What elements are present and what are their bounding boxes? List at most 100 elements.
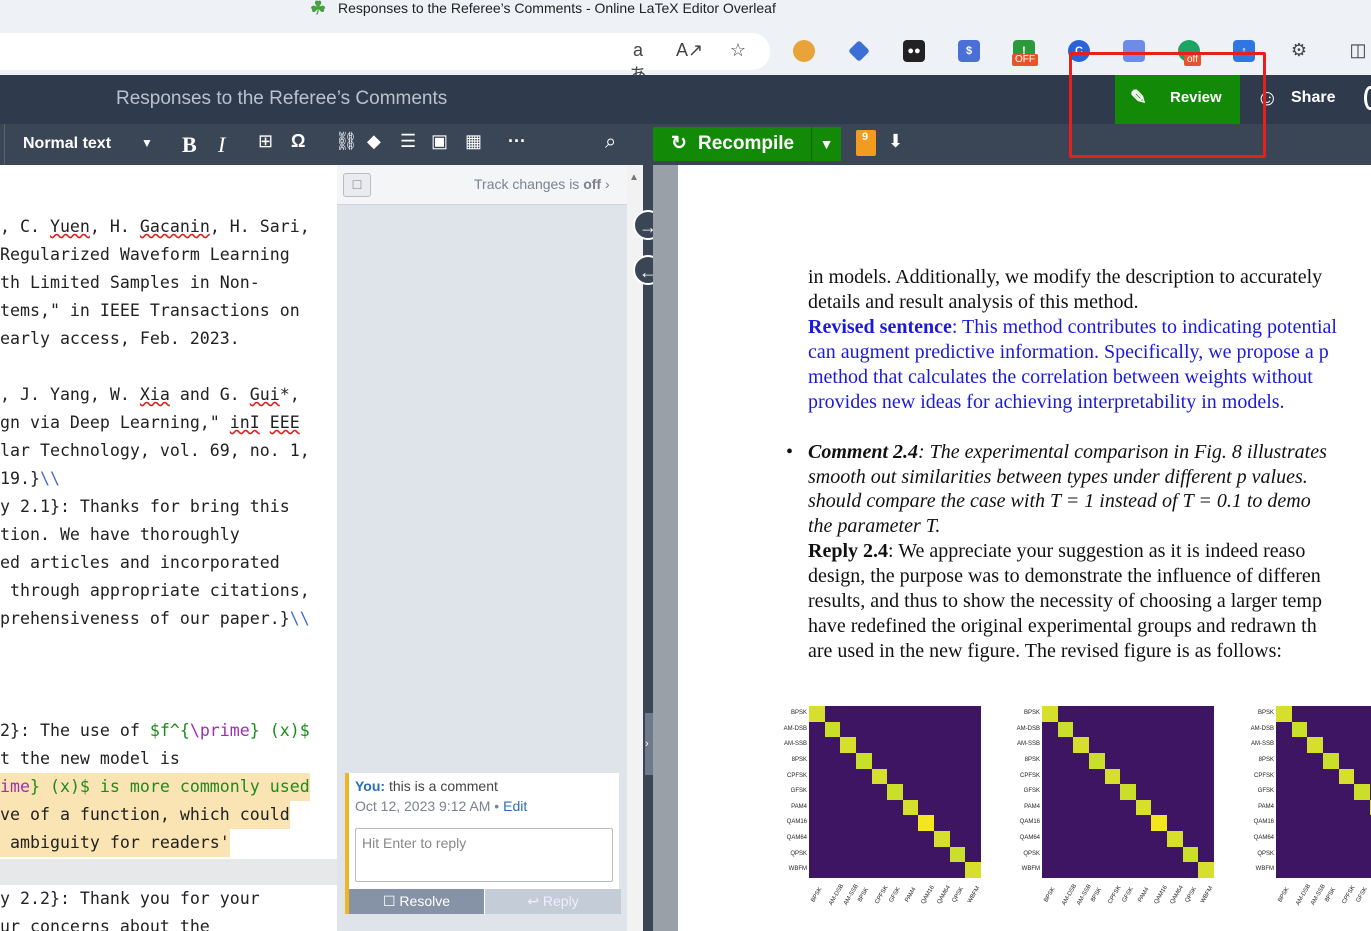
heatmap-diagonal-cell [1322, 752, 1339, 769]
recompile-button[interactable]: ↻ Recompile [653, 127, 811, 161]
link-icon[interactable]: ⛓ [335, 131, 358, 152]
heatmap-diagonal-cell [1338, 768, 1355, 785]
heatmap-row-label: QAM16 [1253, 819, 1274, 826]
heatmap-row-label: BPSK [1023, 710, 1040, 716]
window-title: Responses to the Referee’s Comments - On… [338, 0, 776, 16]
math-icon[interactable]: ⊞ [258, 131, 273, 152]
heatmap-diagonal-cell [949, 846, 966, 863]
reply-input[interactable]: Hit Enter to reply [355, 828, 613, 882]
share-button[interactable]: ☺ Share [1256, 75, 1366, 124]
symbol-button[interactable]: Ω [291, 131, 305, 152]
heatmap-diagonal-cell [1042, 706, 1058, 722]
heatmap-panel [809, 706, 981, 878]
extension-icon-1[interactable] [793, 40, 815, 62]
active-line [0, 859, 337, 885]
heatmap-diagonal-cell [1198, 862, 1214, 878]
comment-card: You: this is a comment Oct 12, 2023 9:12… [345, 773, 621, 914]
heatmap-diagonal-cell [1104, 768, 1121, 785]
split-screen-icon[interactable]: ◫ [1345, 40, 1371, 61]
logs-icon[interactable]: 9 [856, 130, 876, 156]
inbox-icon[interactable]: ☐ [343, 173, 371, 197]
heatmap-diagonal-cell [1135, 799, 1152, 816]
share-label: Share [1291, 89, 1336, 106]
address-bar[interactable] [0, 33, 770, 70]
heatmap-panel [1042, 706, 1214, 878]
extension-icon-3[interactable]: ●● [903, 40, 925, 62]
heatmap-row-label: QPSK [1257, 850, 1274, 857]
project-title[interactable]: Responses to the Referee’s Comments [116, 88, 447, 110]
favorite-star-icon[interactable]: ☆ [725, 40, 751, 61]
download-icon[interactable]: ⬇ [888, 131, 903, 152]
heatmap-row-label: BPSK [1257, 710, 1274, 716]
chevron-down-icon[interactable]: ▼ [141, 136, 153, 150]
chat-icon[interactable] [1364, 86, 1371, 110]
overleaf-favicon-icon: ☘ [310, 0, 327, 18]
heatmap-row-label: AM-SSB [783, 741, 807, 748]
heatmap-row-label: QAM16 [1019, 819, 1040, 826]
heatmap-row-label: 8PSK [1024, 756, 1040, 763]
log-count: 9 [862, 131, 869, 143]
heatmap-diagonal-cell [871, 768, 888, 785]
heatmap-diagonal-cell [1307, 737, 1323, 753]
heatmap-row-label: QAM16 [786, 819, 807, 826]
heatmap-row-label: GFSK [790, 788, 807, 795]
search-icon[interactable]: ⌕ [605, 131, 616, 154]
heatmap-row-label: WBFM [1255, 866, 1274, 873]
book-icon[interactable]: ☰ [400, 131, 416, 152]
heatmap-diagonal-cell [1276, 706, 1292, 722]
table-icon[interactable]: ▦ [465, 131, 482, 152]
read-aloud-icon[interactable]: A↗ [676, 40, 703, 61]
heatmap-row-label: BPSK [790, 710, 807, 716]
heatmap-row-label: WBFM [788, 866, 807, 873]
heatmap-diagonal-cell [824, 721, 841, 738]
more-options-button[interactable]: ··· [508, 131, 526, 152]
heatmap-row-label: QAM64 [1019, 835, 1040, 842]
heatmap-diagonal-cell [1182, 846, 1199, 863]
heatmap-diagonal-cell [1291, 721, 1308, 738]
heatmap-diagonal-cell [965, 862, 981, 878]
heatmap-diagonal-cell [1354, 784, 1370, 800]
extension-icon-4[interactable]: $ [958, 40, 980, 62]
reply-button[interactable]: ↩ Reply [485, 889, 621, 914]
image-icon[interactable]: ▣ [431, 131, 448, 152]
heatmap-row-label: QAM64 [1253, 835, 1274, 842]
heatmap-row-label: 8PSK [791, 756, 807, 763]
heatmap-row-label: PAM4 [1258, 803, 1274, 810]
resolve-button[interactable]: ☐ Resolve [349, 889, 484, 914]
heatmap-diagonal-cell [1088, 752, 1105, 769]
heatmap-row-label: WBFM [1021, 866, 1040, 873]
recompile-label: Recompile [698, 133, 795, 154]
heatmap-row-label: AM-DSB [1016, 725, 1040, 732]
heatmap-row-label: PAM4 [1024, 803, 1040, 810]
heatmap-row-label: GFSK [1023, 788, 1040, 795]
scroll-up-icon[interactable]: ▲ [629, 172, 639, 183]
heatmap-row-label: QAM64 [786, 835, 807, 842]
heatmap-row-label: AM-SSB [1016, 741, 1040, 748]
heatmap-row-label: CPFSK [1019, 772, 1040, 779]
extensions-puzzle-icon[interactable]: ⚙ [1286, 40, 1312, 61]
highlight-annotation-box [1069, 52, 1266, 158]
heatmap-row-label: CPFSK [786, 772, 807, 779]
heatmap-row-label: AM-DSB [1250, 725, 1274, 732]
heatmap-diagonal-cell [1057, 721, 1074, 738]
tag-icon[interactable]: ◆ [367, 131, 381, 152]
edit-comment-link[interactable]: Edit [503, 798, 527, 814]
refresh-icon: ↻ [671, 133, 687, 154]
heatmap-diagonal-cell [809, 706, 825, 722]
extension-off-badge: OFF [1012, 54, 1038, 66]
recompile-options-caret-icon[interactable]: ▼ [811, 127, 841, 161]
code-editor[interactable]: , C. Yuen, H. Gacanin, H. Sari, Regulari… [0, 165, 337, 931]
heatmap-diagonal-cell [1167, 831, 1183, 847]
track-changes-toggle[interactable]: Track changes is off › [474, 176, 610, 192]
heatmap-panel [1276, 706, 1371, 878]
text-style-select[interactable]: Normal text [23, 135, 111, 153]
heatmap-row-label: GFSK [1257, 788, 1274, 795]
heatmap-row-label: PAM4 [791, 803, 807, 810]
heatmap-diagonal-cell [918, 815, 935, 832]
heatmap-diagonal-cell [1151, 815, 1168, 832]
heatmap-diagonal-cell [840, 737, 856, 753]
bold-button[interactable]: B [182, 132, 197, 158]
italic-button[interactable]: I [218, 132, 225, 158]
heatmap-row-label: QPSK [1023, 850, 1040, 857]
heatmap-diagonal-cell [902, 799, 919, 816]
